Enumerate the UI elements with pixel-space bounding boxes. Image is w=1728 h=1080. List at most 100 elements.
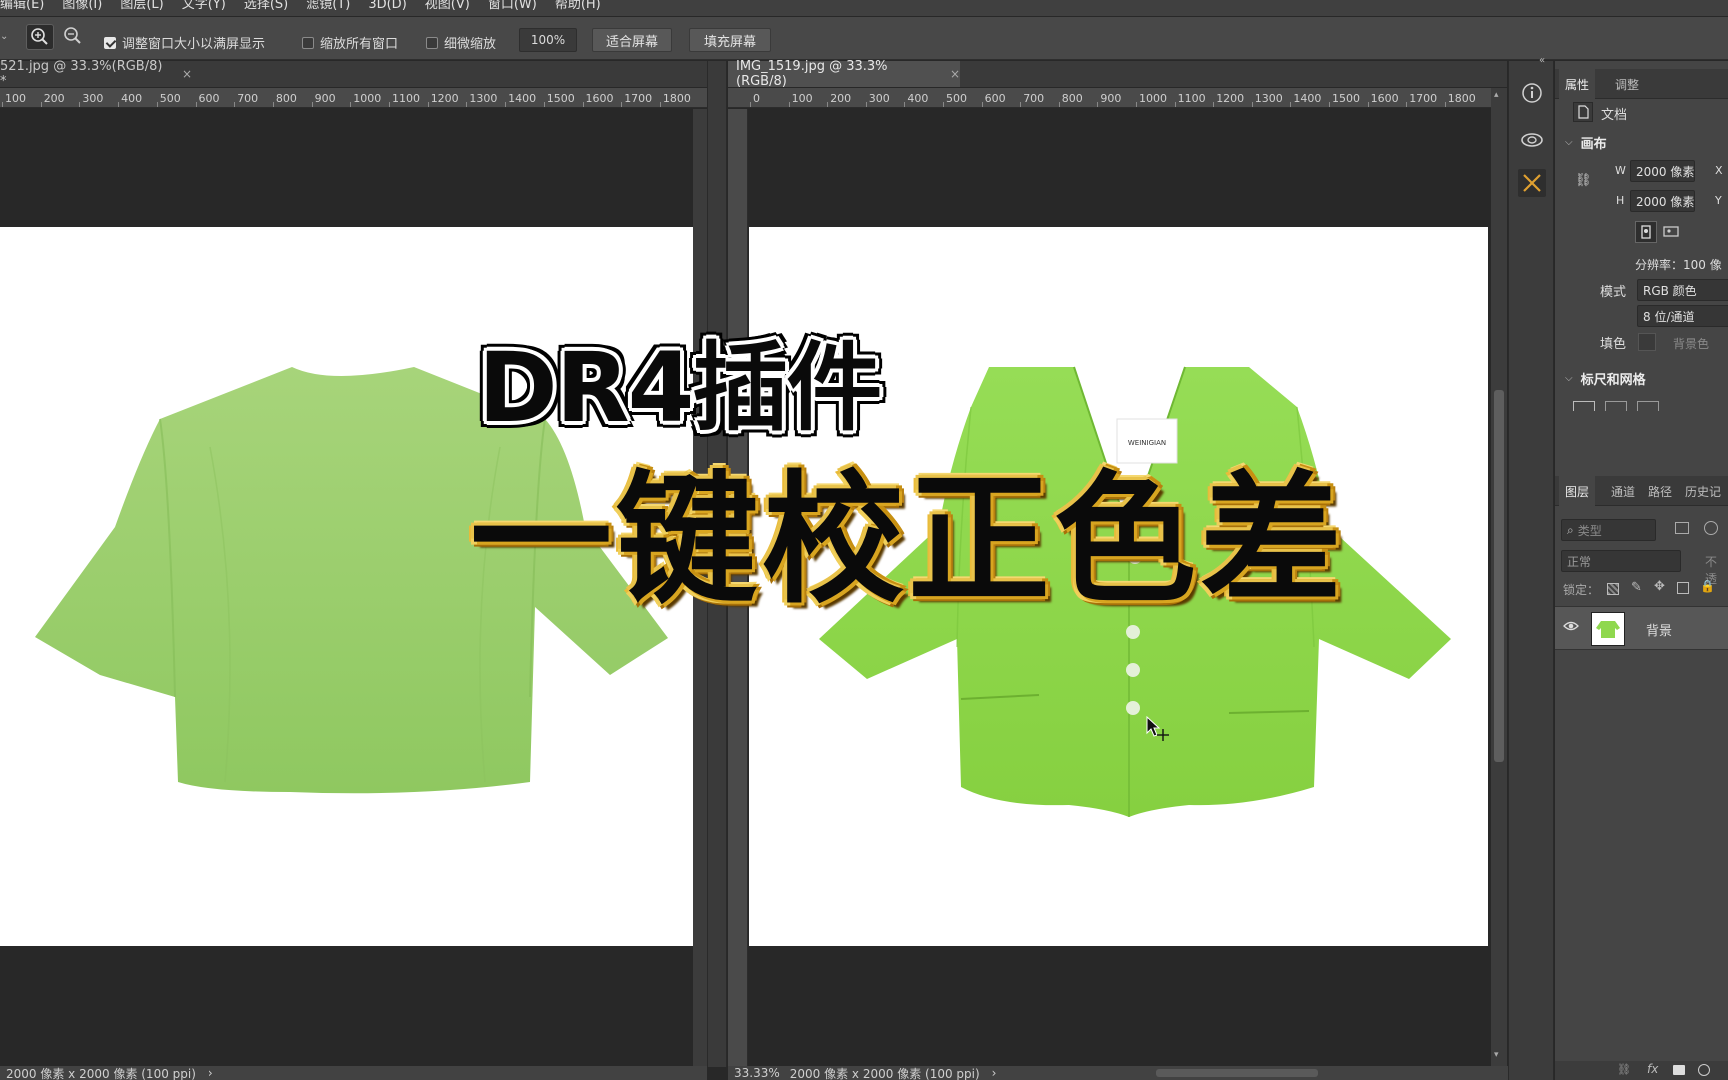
ruler-tick-label: 1800 bbox=[662, 92, 691, 105]
scrubby-zoom-checkbox[interactable]: 细微缩放 bbox=[426, 33, 496, 52]
ruler-tick-label: 200 bbox=[43, 92, 65, 105]
ruler-tick-label: 500 bbox=[159, 92, 181, 105]
ruler-horizontal-right: 0 100 200 300 400 500 600 700 800 900 1000 1100 1200… bbox=[728, 88, 1507, 108]
zoom-all-windows-label: 缩放所有窗口 bbox=[320, 37, 399, 52]
search-icon: ⌕ bbox=[1567, 522, 1574, 537]
tool-preset-chevron-icon[interactable]: ⌄ bbox=[0, 31, 10, 45]
y-label: Y bbox=[1715, 194, 1722, 207]
ruler-tick-label: 800 bbox=[1061, 92, 1083, 105]
lock-paint-brush-icon[interactable]: ✎ bbox=[1631, 580, 1642, 595]
zoom-out-button[interactable] bbox=[60, 24, 88, 50]
menu-layer[interactable]: 图层(L) bbox=[120, 0, 163, 12]
layer-row-background[interactable]: 背景 bbox=[1555, 606, 1728, 650]
ruler-tick-label: 1700 bbox=[1409, 92, 1438, 105]
resize-windows-checkbox[interactable]: 调整窗口大小以满屏显示 bbox=[104, 33, 265, 52]
ruler-tick bbox=[40, 102, 42, 107]
filter-adjustment-icon[interactable] bbox=[1704, 521, 1718, 535]
ruler-tick-label: 700 bbox=[1023, 92, 1045, 105]
scroll-thumb[interactable] bbox=[1494, 390, 1504, 762]
scroll-down-arrow-icon[interactable]: ▾ bbox=[1494, 1050, 1499, 1060]
info-panel-button[interactable] bbox=[1518, 79, 1546, 107]
right-tab-bar: IMG_1519.jpg @ 33.3%(RGB/8) × bbox=[728, 59, 1507, 89]
menu-image[interactable]: 图像(I) bbox=[62, 0, 102, 12]
crossed-tools-icon bbox=[1523, 174, 1541, 192]
width-field[interactable]: 2000 像素 bbox=[1630, 160, 1695, 182]
scroll-up-arrow-icon[interactable]: ▴ bbox=[1494, 90, 1499, 100]
status-zoom[interactable]: 33.33% bbox=[734, 1066, 780, 1080]
fill-screen-button[interactable]: 填充屏幕 bbox=[689, 28, 771, 52]
ruler-tick bbox=[543, 102, 545, 107]
lock-transparent-icon[interactable] bbox=[1607, 583, 1619, 595]
fx-icon[interactable]: fx bbox=[1647, 1062, 1658, 1076]
add-mask-icon[interactable] bbox=[1673, 1065, 1685, 1075]
plugin-panel-button[interactable] bbox=[1518, 169, 1546, 197]
status-left-arrow-icon[interactable]: › bbox=[208, 1066, 213, 1080]
fill-value[interactable]: 背景色 bbox=[1673, 335, 1709, 352]
color-mode-select[interactable]: RGB 颜色 bbox=[1637, 279, 1728, 301]
left-tab-bar: 521.jpg @ 33.3%(RGB/8) * × bbox=[0, 59, 707, 89]
portrait-orientation-button[interactable] bbox=[1635, 221, 1657, 243]
ruler-tick bbox=[1058, 102, 1060, 107]
zoom-percent-field[interactable]: 100% bbox=[519, 28, 577, 52]
horizontal-scroll-thumb[interactable] bbox=[1156, 1069, 1318, 1077]
close-icon[interactable]: × bbox=[182, 67, 192, 81]
lock-artboard-icon[interactable] bbox=[1677, 582, 1689, 594]
layer-kind-filter[interactable]: ⌕ 类型 bbox=[1561, 519, 1656, 541]
menu-window[interactable]: 窗口(W) bbox=[488, 0, 537, 12]
blend-mode-select[interactable]: 正常 bbox=[1561, 550, 1681, 572]
ruler-tick-label: 500 bbox=[946, 92, 967, 105]
canvas-section-header[interactable]: ⌵ 画布 bbox=[1565, 133, 1607, 152]
height-field[interactable]: 2000 像素 bbox=[1630, 190, 1695, 212]
ruler-toggle-icon[interactable] bbox=[1573, 401, 1595, 411]
zoom-all-windows-checkbox[interactable]: 缩放所有窗口 bbox=[302, 33, 398, 52]
move-cursor-icon bbox=[1146, 715, 1169, 741]
lock-all-icon[interactable]: 🔒 bbox=[1700, 579, 1715, 593]
menu-help[interactable]: 帮助(H) bbox=[555, 0, 601, 12]
tab-layers[interactable]: 图层 bbox=[1559, 476, 1596, 506]
bit-depth-select[interactable]: 8 位/通道 bbox=[1637, 305, 1728, 327]
menu-filter[interactable]: 滤镜(T) bbox=[306, 0, 350, 12]
vertical-scrollbar-right[interactable]: ▴ ▾ bbox=[1491, 88, 1507, 1066]
fit-screen-button[interactable]: 适合屏幕 bbox=[592, 28, 672, 52]
fill-color-swatch[interactable] bbox=[1638, 333, 1656, 351]
libraries-panel-button[interactable] bbox=[1518, 125, 1546, 153]
status-right-arrow-icon[interactable]: › bbox=[992, 1066, 997, 1080]
menu-3d[interactable]: 3D(D) bbox=[368, 0, 406, 12]
guides-toggle-icon[interactable] bbox=[1637, 401, 1659, 411]
ruler-tick bbox=[1290, 102, 1292, 107]
adjustment-layer-icon[interactable] bbox=[1698, 1064, 1710, 1076]
landscape-orientation-button[interactable] bbox=[1661, 221, 1683, 243]
options-bar: ⌄ 调整窗口大小以满屏显示 缩放所有窗口 细微缩放 100% 适合屏幕 填充屏幕 bbox=[0, 17, 1728, 60]
tab-paths[interactable]: 路径 bbox=[1642, 476, 1678, 506]
lock-position-move-icon[interactable]: ✥ bbox=[1654, 579, 1665, 594]
ruler-tick bbox=[272, 102, 274, 107]
zoom-in-button[interactable] bbox=[26, 24, 54, 50]
rulers-grid-section-header[interactable]: ⌵ 标尺和网格 bbox=[1565, 369, 1646, 388]
menu-type[interactable]: 文字(Y) bbox=[182, 0, 226, 12]
x-label: X bbox=[1715, 164, 1723, 177]
ruler-tick bbox=[118, 102, 120, 107]
ruler-tick-label: 1400 bbox=[1293, 92, 1322, 105]
menu-select[interactable]: 选择(S) bbox=[244, 0, 288, 12]
ruler-tick-label: 1600 bbox=[1370, 92, 1399, 105]
filter-image-icon[interactable] bbox=[1675, 522, 1689, 534]
menu-edit[interactable]: 编辑(E) bbox=[0, 0, 44, 12]
menu-view[interactable]: 视图(V) bbox=[425, 0, 470, 12]
visibility-eye-icon[interactable] bbox=[1563, 619, 1579, 637]
tab-right-document[interactable]: IMG_1519.jpg @ 33.3%(RGB/8) × bbox=[728, 59, 960, 89]
tab-properties[interactable]: 属性 bbox=[1559, 69, 1596, 99]
tab-channels[interactable]: 通道 bbox=[1605, 476, 1641, 506]
ruler-tick-label: 1200 bbox=[1216, 92, 1245, 105]
document-icon bbox=[1573, 102, 1593, 122]
ruler-tick bbox=[1136, 102, 1137, 107]
link-layers-icon[interactable]: ⛓ bbox=[1617, 1063, 1631, 1076]
grid-toggle-icon[interactable] bbox=[1605, 401, 1627, 411]
link-chain-icon[interactable]: ⛓ bbox=[1575, 173, 1592, 197]
ruler-tick bbox=[195, 102, 197, 107]
properties-layers-panel: 属性 调整 文档 ⌵ 画布 ⛓ W 2000 像素 X H 2000 像素 Y … bbox=[1555, 61, 1728, 1080]
tab-adjustments[interactable]: 调整 bbox=[1609, 69, 1645, 99]
tab-left-document[interactable]: 521.jpg @ 33.3%(RGB/8) * × bbox=[0, 59, 192, 89]
close-icon[interactable]: × bbox=[950, 67, 960, 81]
collapse-panels-icon[interactable]: « bbox=[1539, 55, 1545, 66]
tab-history[interactable]: 历史记 bbox=[1679, 476, 1727, 506]
